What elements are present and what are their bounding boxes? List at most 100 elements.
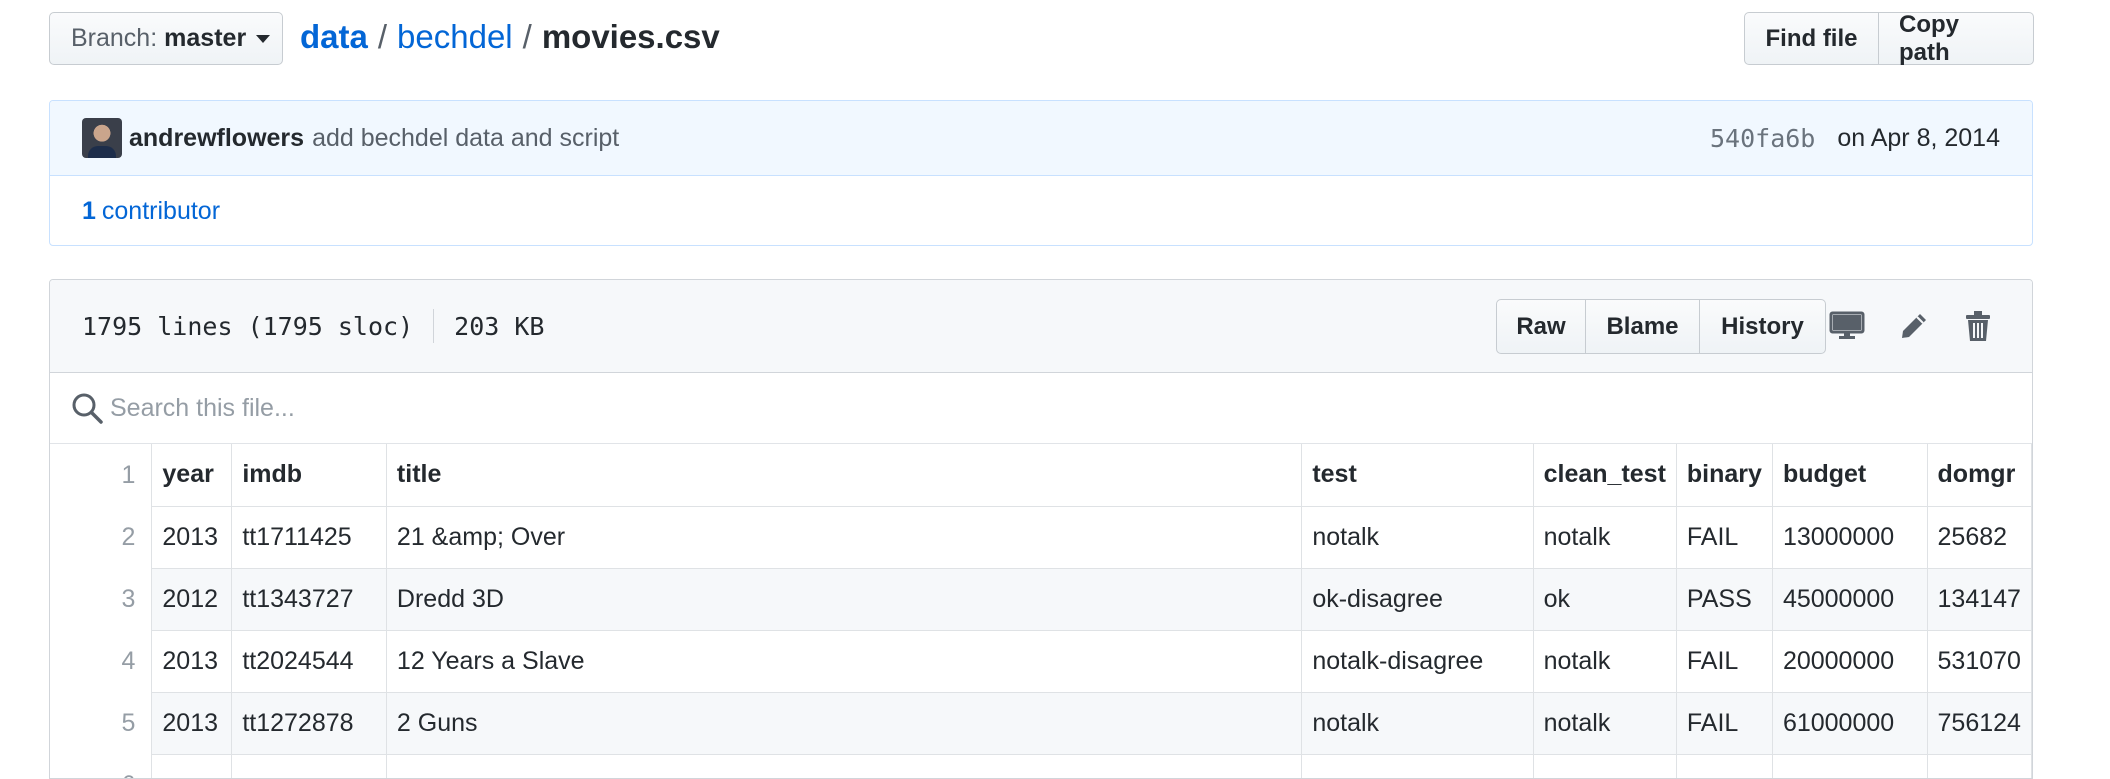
raw-button[interactable]: Raw xyxy=(1496,299,1586,354)
table-row: 6 xyxy=(50,753,2032,778)
breadcrumb-separator: / xyxy=(377,18,388,55)
commit-message[interactable]: add bechdel data and script xyxy=(312,124,619,153)
table-cell: 2012 xyxy=(151,567,233,631)
table-cell: ok-disagree xyxy=(1301,567,1534,631)
file-info: 1795 lines (1795 sloc) 203 KB xyxy=(82,309,544,343)
branch-prefix: Branch: xyxy=(71,24,158,52)
table-row: 3 2012 tt1343727 Dredd 3D ok-disagree ok PASS 4… xyxy=(50,567,2032,631)
table-cell: notalk xyxy=(1532,505,1677,569)
file-header: 1795 lines (1795 sloc) 203 KB Raw Blame … xyxy=(50,280,2032,373)
table-row: 2 2013 tt1711425 21 &amp; Over notalk notalk F… xyxy=(50,505,2032,569)
line-number[interactable]: 2 xyxy=(50,506,153,568)
history-button[interactable]: History xyxy=(1700,299,1826,354)
table-cell: 531070 xyxy=(1926,629,2032,693)
table-cell xyxy=(1771,753,1928,778)
table-header-row: 1 year imdb title test clean_test binary budget… xyxy=(50,444,2032,507)
latest-commit-row: andrewflowers add bechdel data and scrip… xyxy=(50,101,2032,176)
file-box: 1795 lines (1795 sloc) 203 KB Raw Blame … xyxy=(49,279,2033,779)
table-cell: FAIL xyxy=(1675,505,1773,569)
file-lines-info: 1795 lines (1795 sloc) xyxy=(82,311,414,341)
path-actions: Find file Copy path xyxy=(1744,11,2034,66)
table-cell: 20000000 xyxy=(1771,629,1928,693)
breadcrumb-separator: / xyxy=(522,18,532,55)
file-actions: Raw Blame History xyxy=(1496,299,1826,354)
copy-path-button[interactable]: Copy path xyxy=(1879,11,2034,66)
author-avatar[interactable] xyxy=(82,118,122,158)
table-row: 4 2013 tt2024544 12 Years a Slave notalk-dis… xyxy=(50,629,2032,693)
branch-selector-button[interactable]: Branch: master xyxy=(49,12,283,65)
search-input[interactable]: Search this file... xyxy=(110,394,295,423)
table-cell xyxy=(1301,753,1534,778)
line-number[interactable]: 4 xyxy=(50,630,153,692)
table-cell: 756124 xyxy=(1926,691,2032,755)
table-cell: 2013 xyxy=(151,629,233,693)
column-header: imdb xyxy=(231,444,387,507)
table-cell: 134147 xyxy=(1926,567,2032,631)
contributors-count: 1 xyxy=(82,196,96,225)
line-number[interactable]: 1 xyxy=(50,444,153,506)
table-row: 5 2013 tt1272878 2 Guns notalk notalk FAIL 6100… xyxy=(50,691,2032,755)
line-number[interactable]: 6 xyxy=(50,754,153,778)
table-cell: 13000000 xyxy=(1771,505,1928,569)
table-cell: tt1272878 xyxy=(231,691,387,755)
column-header: title xyxy=(385,444,1303,507)
breadcrumb-file-name: movies.csv xyxy=(541,18,720,55)
blame-button[interactable]: Blame xyxy=(1586,299,1700,354)
branch-name: master xyxy=(164,24,247,52)
file-search-bar[interactable]: Search this file... xyxy=(50,373,2032,444)
table-cell: 2013 xyxy=(151,691,233,755)
table-cell: notalk-disagree xyxy=(1301,629,1534,693)
table-cell: FAIL xyxy=(1675,691,1773,755)
table-cell xyxy=(1926,753,2032,778)
commit-info-box: andrewflowers add bechdel data and scrip… xyxy=(49,100,2033,246)
table-cell: notalk xyxy=(1532,629,1677,693)
table-cell: notalk xyxy=(1301,691,1534,755)
table-cell: 2 Guns xyxy=(385,691,1303,755)
commit-date: on Apr 8, 2014 xyxy=(1837,123,2000,152)
csv-table: 1 year imdb title test clean_test binary budget… xyxy=(50,444,2032,778)
breadcrumb: data / bechdel / movies.csv xyxy=(300,18,720,56)
line-number[interactable]: 5 xyxy=(50,692,153,754)
pencil-icon[interactable] xyxy=(1894,306,1934,346)
breadcrumb-folder-link[interactable]: bechdel xyxy=(397,18,513,56)
column-header: year xyxy=(151,444,233,507)
table-cell xyxy=(1675,753,1773,778)
commit-author-link[interactable]: andrewflowers xyxy=(129,124,304,153)
table-cell: tt1711425 xyxy=(231,505,387,569)
table-cell: FAIL xyxy=(1675,629,1773,693)
table-cell: tt1343727 xyxy=(231,567,387,631)
file-info-divider xyxy=(433,309,435,343)
table-cell xyxy=(1532,753,1677,778)
table-cell: PASS xyxy=(1675,567,1773,631)
find-file-button[interactable]: Find file xyxy=(1744,12,1879,65)
table-cell: notalk xyxy=(1532,691,1677,755)
line-number[interactable]: 3 xyxy=(50,568,153,630)
caret-down-icon xyxy=(256,34,271,43)
commit-sha-link[interactable]: 540fa6b xyxy=(1710,124,1815,153)
contributors-label: contributor xyxy=(101,196,221,225)
column-header: clean_test xyxy=(1532,444,1677,507)
column-header: budget xyxy=(1771,444,1928,507)
table-cell: Dredd 3D xyxy=(385,567,1303,631)
table-cell: 2013 xyxy=(151,505,233,569)
column-header: test xyxy=(1301,444,1534,507)
table-cell: 25682 xyxy=(1926,505,2032,569)
table-cell: 61000000 xyxy=(1771,691,1928,755)
trash-icon[interactable] xyxy=(1958,306,1998,346)
table-cell xyxy=(231,753,387,778)
breadcrumb-root-link[interactable]: data xyxy=(300,18,368,56)
contributors-row[interactable]: 1 contributor xyxy=(50,176,2032,245)
table-cell: notalk xyxy=(1301,505,1534,569)
table-cell: 21 &amp; Over xyxy=(385,505,1303,569)
table-cell xyxy=(385,753,1303,778)
file-size: 203 KB xyxy=(454,311,545,341)
desktop-icon[interactable] xyxy=(1827,306,1867,346)
search-icon xyxy=(72,393,103,424)
table-cell: 12 Years a Slave xyxy=(385,629,1303,693)
column-header: domgr xyxy=(1926,444,2032,507)
table-cell xyxy=(151,753,233,778)
table-cell: ok xyxy=(1532,567,1677,631)
table-cell: tt2024544 xyxy=(231,629,387,693)
column-header: binary xyxy=(1675,444,1773,507)
table-cell: 45000000 xyxy=(1771,567,1928,631)
